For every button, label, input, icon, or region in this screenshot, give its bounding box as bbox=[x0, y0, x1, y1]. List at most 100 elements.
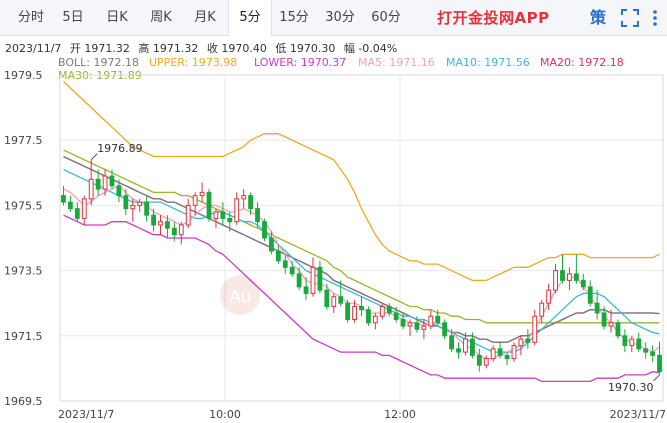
candle-body bbox=[165, 221, 170, 229]
candle bbox=[511, 342, 517, 362]
candle bbox=[372, 312, 378, 330]
candle bbox=[518, 335, 524, 356]
candle-body bbox=[587, 286, 593, 304]
candle-body bbox=[476, 354, 482, 366]
candle-body bbox=[407, 322, 413, 327]
candle-body bbox=[483, 358, 489, 366]
candle-body bbox=[275, 250, 281, 262]
candle-body bbox=[130, 204, 136, 210]
candlestick-chart[interactable]: Au 1979.51977.51975.51973.51971.51969.5 … bbox=[0, 0, 667, 423]
candle-body bbox=[608, 322, 614, 327]
candle-body bbox=[463, 338, 468, 353]
candle-body bbox=[428, 315, 434, 327]
x-tick-label: 12:00 bbox=[384, 408, 416, 421]
candle-body bbox=[442, 322, 448, 337]
x-tick-label: 2023/11/7 bbox=[610, 408, 666, 421]
candle bbox=[199, 182, 205, 203]
candle-body bbox=[366, 309, 371, 324]
candle-body bbox=[400, 319, 406, 327]
candle-body bbox=[414, 322, 420, 330]
candle-body bbox=[116, 185, 122, 197]
candle-body bbox=[192, 195, 198, 206]
candle-body bbox=[449, 335, 455, 350]
candle-body bbox=[393, 312, 399, 321]
candle-body bbox=[469, 338, 475, 356]
candle bbox=[158, 215, 163, 235]
candle-body bbox=[227, 217, 233, 223]
candle-body bbox=[88, 178, 94, 200]
candle bbox=[366, 306, 371, 327]
candle-body bbox=[560, 270, 565, 281]
x-tick-label: 10:00 bbox=[209, 408, 241, 421]
y-tick-label: 1973.5 bbox=[4, 265, 43, 278]
candle-body bbox=[345, 302, 351, 321]
candle-body bbox=[511, 345, 517, 360]
candle-body bbox=[255, 208, 260, 223]
candle-body bbox=[317, 266, 323, 291]
candle-body bbox=[636, 338, 642, 350]
candle-body bbox=[282, 260, 288, 268]
candle-body bbox=[567, 273, 572, 281]
candle-body bbox=[594, 302, 600, 314]
candle bbox=[144, 195, 150, 222]
candle-body bbox=[504, 354, 510, 360]
candle-body bbox=[497, 348, 503, 356]
candle-body bbox=[372, 315, 378, 324]
candle bbox=[573, 254, 579, 284]
candle-body bbox=[234, 198, 240, 223]
candle bbox=[331, 293, 337, 313]
candle-body bbox=[95, 178, 101, 190]
series-ma5 bbox=[63, 185, 660, 360]
candle bbox=[81, 195, 87, 225]
candle bbox=[525, 329, 531, 349]
candle-body bbox=[435, 315, 441, 324]
candle bbox=[622, 329, 628, 353]
candle-body bbox=[352, 305, 357, 320]
candle-body bbox=[331, 296, 337, 307]
y-axis: 1979.5 1977.5 1975.5 1973.5 1971.5 1969.5 bbox=[4, 69, 43, 408]
candle bbox=[643, 342, 649, 359]
x-axis: 2023/11/7 10:00 12:00 2023/11/7 bbox=[58, 408, 666, 421]
series-ma10 bbox=[63, 168, 660, 353]
candle-body bbox=[532, 315, 538, 343]
candle bbox=[206, 189, 212, 222]
candle-body bbox=[580, 279, 586, 288]
candle bbox=[428, 309, 434, 330]
candle bbox=[262, 218, 267, 242]
candle-body bbox=[303, 286, 309, 294]
candle-body bbox=[158, 221, 163, 226]
candle-body bbox=[109, 175, 115, 187]
candle-body bbox=[61, 195, 66, 203]
candle bbox=[560, 254, 565, 284]
candle bbox=[442, 319, 448, 340]
candle-body bbox=[248, 195, 254, 210]
candle-body bbox=[546, 289, 552, 304]
candle-body bbox=[601, 312, 607, 327]
candle-body bbox=[359, 305, 364, 311]
candle-body bbox=[421, 325, 427, 330]
candle-body bbox=[241, 195, 247, 200]
candle-body bbox=[81, 198, 87, 219]
candle bbox=[67, 195, 73, 212]
candle-body bbox=[289, 266, 295, 275]
candle-body bbox=[518, 338, 524, 347]
candle-body bbox=[137, 201, 143, 206]
candle-body bbox=[379, 305, 385, 317]
candle-body bbox=[185, 204, 191, 226]
candle bbox=[532, 309, 538, 346]
candle bbox=[504, 352, 510, 366]
candle-body bbox=[206, 191, 212, 219]
candle bbox=[88, 159, 94, 206]
candle-body bbox=[74, 208, 80, 219]
candle-body bbox=[573, 273, 579, 281]
y-tick-label: 1979.5 bbox=[4, 69, 43, 82]
candle bbox=[615, 319, 621, 340]
candle-body bbox=[268, 237, 274, 252]
candle bbox=[657, 341, 662, 375]
candle-body bbox=[123, 195, 129, 210]
candle bbox=[587, 280, 593, 307]
candle-body bbox=[643, 348, 649, 353]
candle bbox=[359, 296, 364, 317]
candle bbox=[553, 264, 558, 294]
high-label: 1976.89 bbox=[97, 142, 143, 155]
